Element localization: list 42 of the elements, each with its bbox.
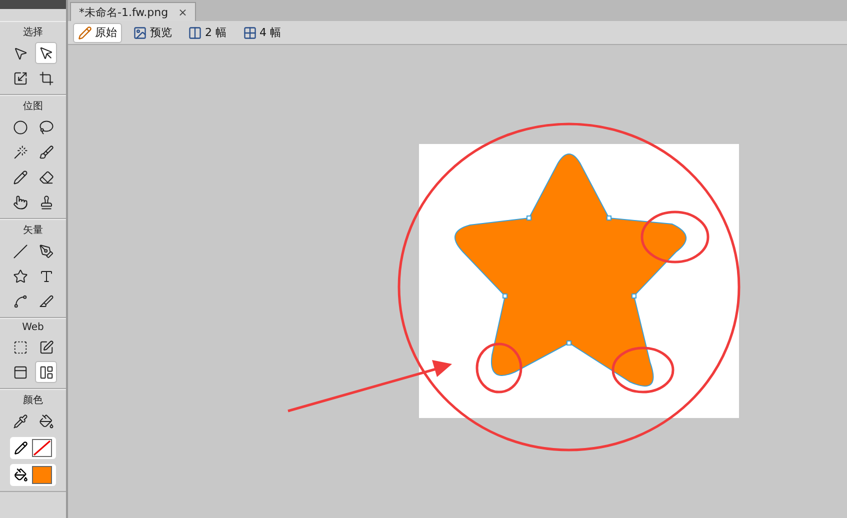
document-tab[interactable]: *未命名-1.fw.png × (70, 2, 196, 21)
view-mode-button[interactable]: 预览 (128, 22, 177, 42)
crop-icon (38, 70, 54, 86)
paint-bucket-icon (14, 468, 28, 482)
fill-color-swatch[interactable] (32, 466, 52, 484)
section-title: Web (22, 322, 44, 333)
eyedropper-icon (12, 414, 28, 428)
lasso-icon (38, 120, 54, 134)
tool-button[interactable] (35, 42, 57, 64)
paint-bucket-icon (38, 414, 54, 428)
pen-icon (38, 244, 54, 258)
pencil-icon (12, 170, 28, 184)
section-title: 选择 (23, 26, 43, 39)
text-tool-icon (38, 268, 54, 284)
panel-header-bar (0, 0, 66, 9)
brush-icon (38, 144, 54, 160)
star-shape[interactable] (454, 154, 686, 386)
star-icon (12, 268, 28, 284)
tool-button[interactable] (35, 361, 57, 383)
view-mode-button[interactable]: 4 幅 (238, 22, 286, 42)
tab-title: *未命名-1.fw.png (79, 4, 168, 20)
pencil-icon (78, 26, 92, 40)
landscape-icon (133, 26, 147, 40)
pointer-arrow-icon (12, 46, 28, 60)
view-mode-button[interactable]: 2 幅 (183, 22, 232, 42)
close-button[interactable]: × (178, 6, 188, 18)
finger-icon (12, 194, 28, 210)
pencil-icon (14, 441, 28, 455)
freeform-icon (12, 294, 28, 308)
section-title: 矢量 (23, 224, 43, 237)
eraser-icon (38, 170, 54, 184)
four-panes-icon (242, 26, 256, 40)
knife-icon (38, 294, 54, 308)
magic-wand-icon (12, 144, 28, 160)
line-icon (12, 244, 28, 258)
two-panes-icon (188, 26, 202, 40)
stamp-icon (38, 194, 54, 210)
section-title: 颜色 (23, 394, 43, 407)
marquee-ellipse-icon (12, 120, 28, 134)
view-mode-button[interactable]: 原始 (73, 22, 122, 42)
section-title: 位图 (23, 100, 43, 113)
no-color-swatch[interactable] (32, 439, 52, 457)
